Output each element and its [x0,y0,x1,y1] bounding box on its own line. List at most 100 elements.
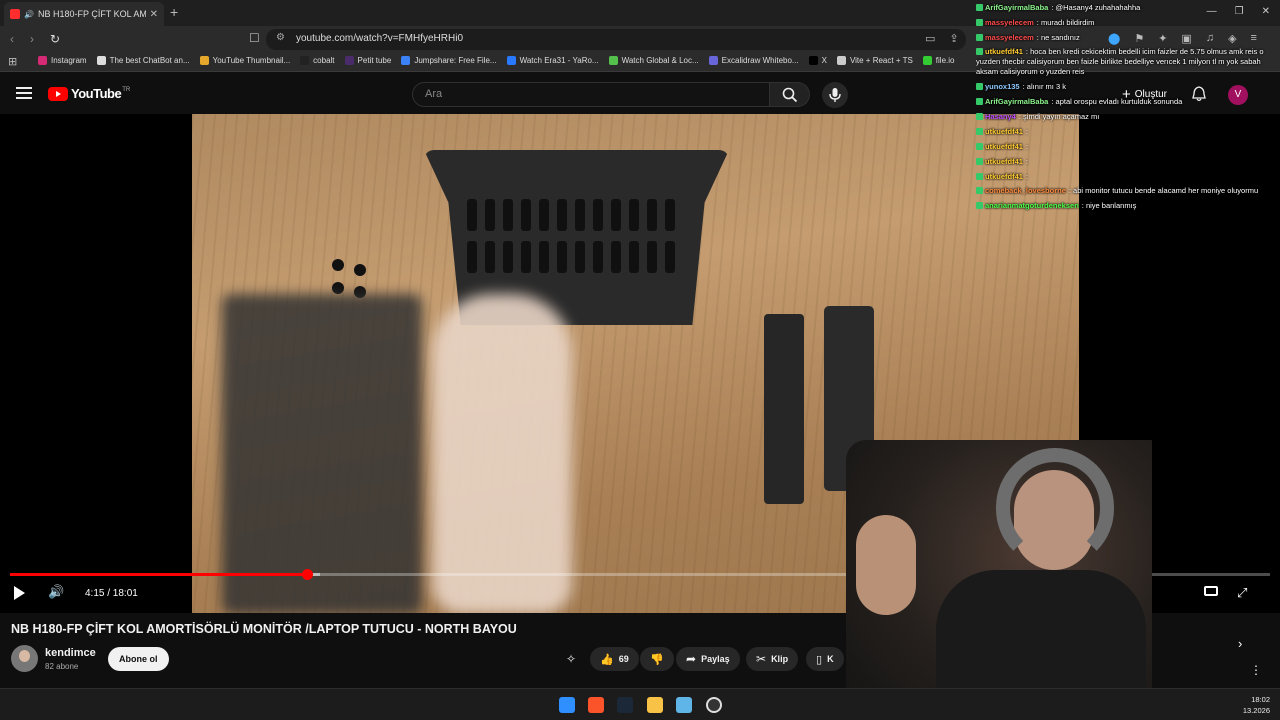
bookmark-item[interactable]: Jumpshare: Free File... [401,56,497,65]
chat-username[interactable]: utkuefdf41 [985,139,1023,154]
search-button[interactable] [770,82,810,107]
url-text: youtube.com/watch?v=FMHfyeHRHi0 [296,33,464,44]
blurred-arm-part [222,294,422,613]
volume-icon[interactable]: 🔊 [48,584,64,600]
bookmark-label: Watch Global & Loc... [621,56,699,65]
chat-message: utkuefdf41: hoca ben kredi cekicektim be… [976,45,1276,79]
vent-slot [557,241,567,273]
chat-username[interactable]: massyelecem [985,15,1034,30]
system-clock[interactable]: 18:02 13.2026 [1243,694,1270,716]
bookmark-item[interactable]: The best ChatBot an... [96,56,190,65]
bookmark-list: Instagram The best ChatBot an... YouTube T… [38,56,954,65]
bookmark-item[interactable]: Vite + React + TS [836,56,913,65]
bookmark-item[interactable]: Watch Era31 - YaRo... [506,56,599,65]
bookmark-icon: ▯ [816,653,823,666]
clip-button[interactable]: ✂ Klip [746,647,799,671]
chat-message: utkuefdf41: [976,154,1276,169]
bookmark-label: Excalidraw Whitebo... [721,56,799,65]
share-button[interactable]: ➦ Paylaş [676,647,740,671]
bookmark-item[interactable]: Petit tube [344,56,391,65]
address-bar[interactable]: ⚙ youtube.com/watch?v=FMHfyeHRHi0 [266,29,966,50]
chat-username[interactable]: comeback_lovesborne [985,186,1066,195]
bookmark-item[interactable]: Excalidraw Whitebo... [708,56,799,65]
new-tab-button[interactable]: + [170,4,178,20]
bookmark-page-icon[interactable]: ☐ [249,31,260,45]
channel-avatar[interactable] [11,645,38,672]
steam-icon[interactable] [617,697,633,713]
bookmark-favicon-icon [401,56,411,65]
more-options-icon[interactable]: ⋮ [1250,663,1262,677]
bookmark-label: Jumpshare: Free File... [414,56,497,65]
search-input[interactable]: Ara [412,82,770,107]
vent-slot [575,241,585,273]
bookmark-favicon-icon [506,56,516,65]
bookmark-favicon-icon [344,56,354,65]
chat-username[interactable]: utkuefdf41 [985,124,1023,139]
forward-icon[interactable]: › [30,32,34,46]
share-label: Paylaş [701,654,730,664]
dislike-button[interactable]: 👎 [640,647,674,671]
browser-tab[interactable]: 🔊 NB H180-FP ÇİFT KOL AMORT ✕ [4,2,164,26]
chat-username[interactable]: utkuefdf41 [985,47,1023,56]
site-info-icon[interactable]: ⚙ [276,32,285,43]
bookmark-item[interactable]: X [808,56,827,65]
play-button[interactable] [14,586,25,600]
vesa-bracket-left [764,314,804,504]
channel-name[interactable]: kendimce [45,647,96,659]
bookmark-item[interactable]: Watch Global & Loc... [608,56,699,65]
file-explorer-icon[interactable] [647,697,663,713]
subscribe-button[interactable]: Abone ol [108,647,169,671]
chat-username[interactable]: Hasany4 [985,109,1016,124]
voice-search-button[interactable] [822,82,848,108]
cast-icon[interactable]: ▭ [925,32,935,45]
chat-username[interactable]: anarianmatgoturdeneksen [985,198,1079,213]
youtube-favicon-icon [10,9,20,19]
chat-username[interactable]: utkuefdf41 [985,169,1023,184]
clock-date: 13.2026 [1242,706,1270,715]
vent-slot [665,241,675,273]
start-menu-icon[interactable] [559,697,575,713]
screw [354,264,366,276]
youtube-logo[interactable]: YouTube TR [48,86,130,101]
chat-badge-icon [976,19,983,26]
chat-text: : alınır mı 3 k [1022,82,1066,91]
chat-username[interactable]: ArifGayirmalBaba [985,0,1048,15]
tab-close-icon[interactable]: ✕ [150,9,158,20]
like-button[interactable]: 👍 69 [590,647,639,671]
chat-badge-icon [976,34,983,41]
photos-icon[interactable] [676,697,692,713]
chat-text: : abi monitor tutucu bende alacamd her m… [1068,186,1259,195]
chat-badge-icon [976,113,983,120]
bookmark-favicon-icon [199,56,209,65]
chat-username[interactable]: yunox135 [985,79,1020,94]
bookmark-item[interactable]: cobalt [300,56,335,65]
thumbs-up-icon: 👍 [600,653,614,666]
clip-label: Klip [771,654,789,664]
theater-mode-button[interactable] [1204,586,1218,596]
reload-icon[interactable]: ↻ [50,32,60,46]
tab-title: NB H180-FP ÇİFT KOL AMORT [37,9,146,19]
chat-username[interactable]: massyelecem [985,30,1034,45]
obs-icon[interactable] [706,697,722,713]
audio-playing-icon[interactable]: 🔊 [24,10,34,19]
vent-slot [611,199,621,231]
share-icon[interactable]: ⇪ [949,32,958,45]
hamburger-menu-icon[interactable] [16,87,32,99]
brave-browser-icon[interactable] [588,697,604,713]
save-button[interactable]: ▯ K [806,647,844,671]
apps-grid-icon[interactable]: ⊞ [8,55,17,68]
vent-slot [521,241,531,273]
chat-badge-icon [976,4,983,11]
chat-username[interactable]: utkuefdf41 [985,154,1023,169]
chat-username[interactable]: ArifGayirmalBaba [985,94,1048,109]
fullscreen-button[interactable]: ⤢ [1237,585,1247,601]
progress-played [10,573,308,576]
chevron-right-icon[interactable]: › [1238,636,1242,651]
bookmark-item[interactable]: file.io [922,56,954,65]
bookmark-item[interactable]: Instagram [38,56,87,65]
back-icon[interactable]: ‹ [10,32,14,46]
vent-slot [521,199,531,231]
ask-ai-button[interactable]: ✧ [566,647,576,671]
bookmark-item[interactable]: YouTube Thumbnail... [199,56,290,65]
save-label: K [827,654,834,664]
